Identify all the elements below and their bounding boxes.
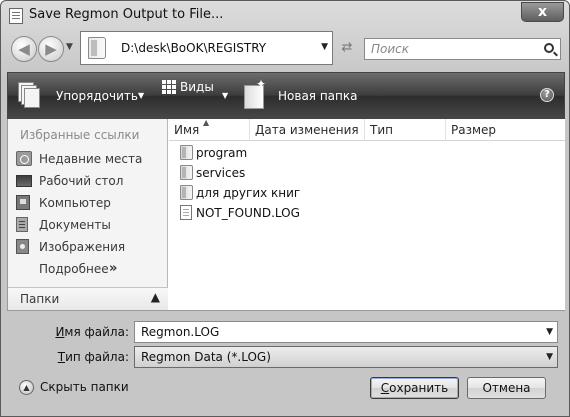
organize-icon: [18, 82, 40, 108]
back-button[interactable]: ◀: [11, 36, 37, 62]
filetype-select[interactable]: Regmon Data (*.LOG) ▼: [134, 346, 558, 368]
file-name: для других книг: [196, 186, 301, 200]
save-button[interactable]: Сохранить: [370, 377, 459, 399]
chevron-down-icon: ▼: [222, 91, 229, 100]
column-header-date-modified[interactable]: Дата изменения: [250, 119, 365, 141]
new-folder-button[interactable]: ✦ Новая папка: [238, 73, 358, 118]
recent-locations-dropdown[interactable]: ▼: [66, 42, 73, 52]
documents-icon: [16, 217, 28, 232]
column-header-label: Дата изменения: [255, 123, 359, 137]
desktop-icon: [16, 175, 32, 187]
search-input[interactable]: Поиск: [371, 42, 409, 56]
close-button[interactable]: x: [521, 2, 564, 22]
file-list-pane: Имя ▲ Дата изменения Тип Размер program: [169, 118, 565, 310]
sidebar-item-computer[interactable]: Компьютер: [8, 193, 168, 213]
window-title: Save Regmon Output to File...: [29, 7, 224, 22]
folders-toggle[interactable]: Папки ▲: [8, 287, 168, 310]
chevron-down-icon[interactable]: ▼: [546, 352, 553, 362]
views-label: Виды: [180, 80, 214, 94]
column-header-label: Имя: [174, 123, 200, 137]
forward-button[interactable]: ▶: [38, 36, 64, 62]
sidebar-item-pictures[interactable]: Изображения: [8, 237, 168, 257]
list-item[interactable]: services: [169, 163, 419, 183]
column-header-type[interactable]: Тип: [365, 119, 446, 141]
document-icon: [9, 8, 23, 24]
new-folder-label: Новая папка: [278, 89, 358, 103]
filename-combobox[interactable]: Regmon.LOG ▼: [134, 321, 558, 343]
list-item[interactable]: program: [169, 143, 419, 163]
organize-label: Упорядочить: [56, 89, 138, 103]
sidebar-item-label: Документы: [39, 218, 111, 232]
cancel-button[interactable]: Отмена: [467, 377, 546, 399]
chevron-down-icon: ▼: [138, 91, 145, 100]
hide-folders-label: Скрыть папки: [40, 380, 129, 394]
column-header-row: Имя ▲ Дата изменения Тип Размер: [169, 118, 565, 141]
back-arrow-icon: ◀: [18, 40, 30, 58]
chevron-down-icon[interactable]: ▼: [546, 327, 553, 337]
help-icon[interactable]: ?: [540, 88, 554, 102]
sidebar-item-recent-places[interactable]: Недавние места: [8, 149, 168, 169]
hide-folders-button[interactable]: ▲ Скрыть папки: [19, 379, 139, 397]
column-header-size[interactable]: Размер: [446, 119, 526, 141]
filename-input[interactable]: Regmon.LOG: [141, 325, 219, 339]
save-label: охранить: [389, 381, 449, 395]
favorite-links-header: Избранные ссылки: [20, 128, 140, 142]
list-item[interactable]: NOT_FOUND.LOG: [169, 203, 419, 223]
folder-icon: [180, 165, 193, 180]
filetype-value: Regmon Data (*.LOG): [141, 350, 271, 364]
list-item[interactable]: для других книг: [169, 183, 419, 203]
filetype-label-accesskey: Т: [57, 350, 66, 364]
content-area: Избранные ссылки Недавние места Рабочий …: [7, 118, 565, 311]
organize-button[interactable]: Упорядочить ▼: [12, 73, 152, 118]
file-name: services: [196, 166, 246, 180]
new-folder-icon: ✦: [242, 77, 268, 111]
title-bar: Save Regmon Output to File... x: [1, 1, 569, 31]
save-file-dialog: Save Regmon Output to File... x ◀ ▶ ▼ D:…: [0, 0, 570, 417]
column-header-label: Тип: [370, 123, 393, 137]
sidebar-item-label: Недавние места: [39, 152, 143, 166]
views-icon: [162, 80, 176, 94]
double-chevron-right-icon: »: [109, 261, 118, 276]
folder-icon: [180, 145, 193, 160]
refresh-button[interactable]: ⇄: [337, 39, 357, 57]
navigation-pane: Избранные ссылки Недавние места Рабочий …: [8, 119, 168, 310]
computer-icon: [16, 195, 30, 210]
sidebar-item-desktop[interactable]: Рабочий стол: [8, 171, 168, 191]
file-name: NOT_FOUND.LOG: [196, 206, 300, 220]
filetype-label-text: ип файла:: [65, 350, 129, 364]
file-icon: [180, 205, 192, 220]
search-icon[interactable]: [544, 43, 554, 53]
sort-ascending-icon: ▲: [203, 118, 210, 127]
recent-places-icon: [16, 151, 32, 166]
search-box[interactable]: Поиск: [364, 38, 561, 60]
folders-label: Папки: [20, 292, 60, 306]
column-header-label: Размер: [451, 123, 497, 137]
more-label: Подробнее: [39, 262, 109, 276]
folder-icon: [88, 37, 106, 59]
folder-icon: [180, 185, 193, 200]
refresh-icon: ⇄: [341, 40, 353, 55]
chevron-up-circle-icon: ▲: [19, 380, 34, 395]
forward-arrow-icon: ▶: [45, 40, 57, 58]
pictures-icon: [16, 239, 29, 254]
views-button[interactable]: Виды ▼: [156, 73, 238, 118]
sidebar-item-label: Компьютер: [39, 196, 111, 210]
address-dropdown-icon[interactable]: ▼: [321, 42, 328, 52]
sidebar-item-more[interactable]: Подробнее »: [8, 259, 168, 279]
filename-label-text: мя файла:: [64, 325, 129, 339]
file-name: program: [196, 146, 248, 160]
address-bar[interactable]: D:\desk\BoOK\REGISTRY ▼: [80, 31, 333, 65]
column-header-name[interactable]: Имя ▲: [169, 118, 250, 141]
chevron-up-icon: ▲: [150, 290, 160, 304]
sidebar-item-label: Рабочий стол: [39, 174, 124, 188]
toolbar: Упорядочить ▼ Виды ▼ ✦ Новая папка ?: [7, 72, 565, 119]
address-path[interactable]: D:\desk\BoOK\REGISTRY: [121, 41, 266, 55]
filetype-label: Тип файла:: [41, 350, 129, 364]
filename-label: Имя файла:: [41, 325, 129, 339]
save-accesskey: С: [380, 381, 390, 395]
sidebar-item-label: Изображения: [39, 240, 126, 254]
sidebar-item-documents[interactable]: Документы: [8, 215, 168, 235]
